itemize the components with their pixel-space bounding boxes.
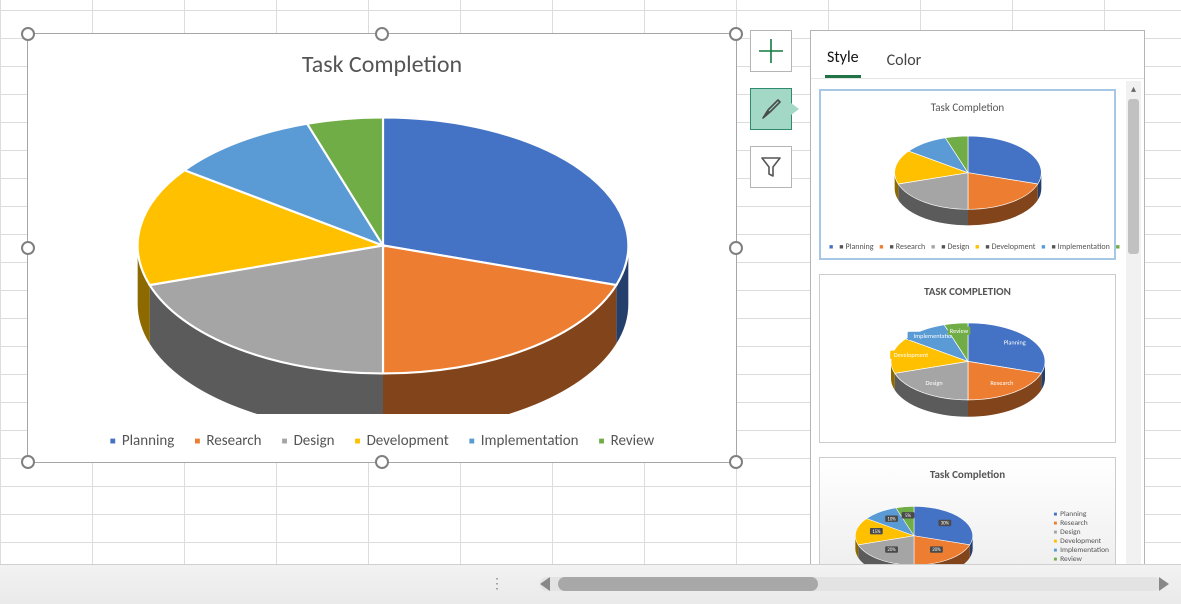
svg-text:15%: 15% [872,529,881,535]
svg-text:30%: 30% [941,521,950,527]
legend-item-planning[interactable]: Planning [110,432,175,450]
legend-item-design[interactable]: Design [282,432,335,450]
svg-text:10%: 10% [887,516,896,522]
svg-text:Review: Review [949,327,968,335]
style-option-title: TASK COMPLETION [824,285,1111,298]
resize-handle-sw[interactable] [21,455,35,469]
brush-icon [758,96,784,122]
tab-style[interactable]: Style [825,38,861,78]
style-option-title: Task Completion [825,101,1110,114]
scroll-left-icon[interactable] [540,577,550,591]
scroll-thumb[interactable] [558,577,818,591]
pie-chart[interactable] [108,94,658,414]
svg-text:20%: 20% [932,547,941,553]
svg-text:Design: Design [925,379,942,387]
panel-scrollbar[interactable]: ▴ ▾ [1126,81,1141,581]
chart-legend[interactable]: Planning Research Design Development Impleme… [28,432,736,450]
scroll-up-icon[interactable]: ▴ [1126,81,1141,97]
svg-text:Development: Development [893,351,928,359]
svg-text:Research: Research [990,379,1013,387]
chart-styles-button[interactable] [750,88,792,130]
resize-handle-ne[interactable] [729,27,743,41]
legend-item-development[interactable]: Development [355,432,449,450]
resize-handle-se[interactable] [729,455,743,469]
chart-object[interactable]: Task Completion Planning Research Design De… [27,33,737,463]
funnel-icon [758,154,784,180]
chart-title[interactable]: Task Completion [28,50,736,79]
scroll-right-icon[interactable] [1159,577,1169,591]
resize-handle-w[interactable] [21,241,35,255]
style-option-1[interactable]: Task Completion Planning Research Design… [819,89,1116,260]
tab-color[interactable]: Color [885,41,924,78]
style-preview-legend: Planning Research Design Development Imp… [825,242,1110,252]
chart-format-buttons [750,30,794,204]
resize-handle-e[interactable] [729,241,743,255]
legend-item-implementation[interactable]: Implementation [469,432,579,450]
add-chart-element-button[interactable] [750,30,792,72]
style-option-title: Task Completion [824,468,1111,481]
panel-tabs: Style Color [811,31,1144,79]
style-option-2[interactable]: TASK COMPLETION Planning Research Design De… [819,274,1116,443]
chart-styles-panel: Style Color Task Completion Planning Res… [810,30,1145,585]
plus-icon [758,38,784,64]
style-gallery: Task Completion Planning Research Design… [811,79,1124,584]
more-options-icon[interactable]: ⋮ [490,575,506,592]
legend-item-research[interactable]: Research [194,432,261,450]
svg-text:Planning: Planning [1003,338,1025,346]
scroll-thumb[interactable] [1128,99,1139,254]
style-preview-pie: PlanningResearchDesignDevelopmentImpleme… [863,302,1073,432]
chart-filter-button[interactable] [750,146,792,188]
horizontal-scrollbar: ⋮ [0,564,1181,604]
resize-handle-s[interactable] [375,455,389,469]
resize-handle-n[interactable] [375,27,389,41]
svg-text:5%: 5% [905,513,911,519]
style-preview-legend: Planning Research Design Development Imp… [1053,510,1109,564]
svg-text:20%: 20% [887,547,896,553]
resize-handle-nw[interactable] [21,27,35,41]
legend-item-review[interactable]: Review [599,432,655,450]
style-preview-pie [863,118,1073,238]
